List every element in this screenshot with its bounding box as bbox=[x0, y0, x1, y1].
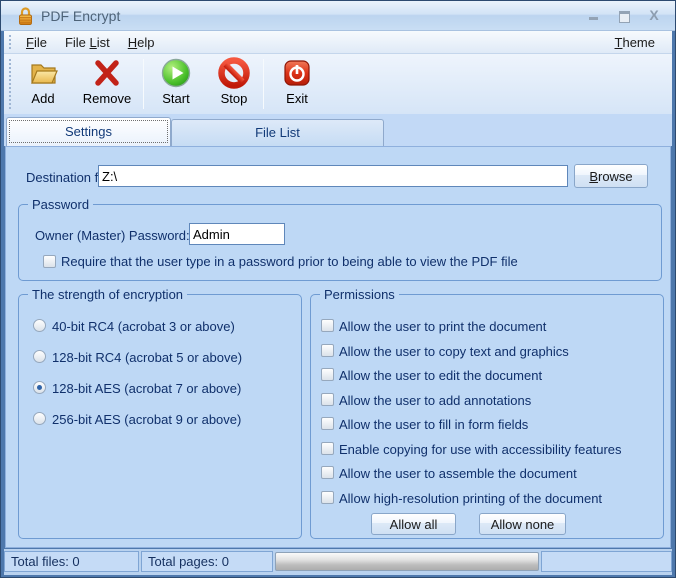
lock-icon bbox=[17, 6, 34, 26]
radio-128bit-aes[interactable] bbox=[33, 381, 46, 394]
perm-annotations-label: Allow the user to add annotations bbox=[339, 393, 531, 408]
perm-edit-checkbox[interactable] bbox=[321, 368, 334, 381]
strength-group: The strength of encryption 40-bit RC4 (a… bbox=[18, 294, 302, 539]
remove-button-label: Remove bbox=[78, 91, 136, 106]
maximize-icon[interactable] bbox=[617, 9, 631, 22]
perm-hires-print-label: Allow high-resolution printing of the do… bbox=[339, 491, 602, 506]
folder-add-icon bbox=[14, 57, 72, 89]
require-password-checkbox[interactable] bbox=[43, 255, 56, 268]
require-password-label: Require that the user type in a password… bbox=[61, 254, 518, 269]
perm-edit-label: Allow the user to edit the document bbox=[339, 368, 542, 383]
exit-button[interactable]: Exit bbox=[268, 57, 326, 112]
toolbar-separator bbox=[143, 59, 144, 109]
radio-40bit-rc4[interactable] bbox=[33, 319, 46, 332]
permissions-group: Permissions Allow the user to print the … bbox=[310, 294, 664, 539]
title-bar[interactable]: PDF Encrypt X bbox=[1, 1, 675, 31]
tab-file-list[interactable]: File List bbox=[171, 119, 384, 146]
perm-copy-checkbox[interactable] bbox=[321, 344, 334, 357]
menu-bar: File File List Help Theme bbox=[4, 31, 672, 54]
browse-button[interactable]: Browse bbox=[574, 164, 648, 188]
settings-tab-page: Destination folder: Browse Password Owne… bbox=[5, 146, 671, 548]
add-button-label: Add bbox=[14, 91, 72, 106]
perm-form-fields-label: Allow the user to fill in form fields bbox=[339, 417, 528, 432]
perm-assemble-label: Allow the user to assemble the document bbox=[339, 466, 577, 481]
tab-settings[interactable]: Settings bbox=[6, 117, 171, 146]
menu-file-list[interactable]: File List bbox=[56, 32, 119, 53]
radio-40bit-rc4-label: 40-bit RC4 (acrobat 3 or above) bbox=[52, 319, 235, 334]
stop-button[interactable]: Stop bbox=[205, 57, 263, 112]
window-controls: X bbox=[587, 9, 661, 22]
perm-print-label: Allow the user to print the document bbox=[339, 319, 546, 334]
menu-help[interactable]: Help bbox=[119, 32, 164, 53]
progress-bar bbox=[275, 552, 539, 571]
stop-prohibit-icon bbox=[205, 57, 263, 89]
permissions-group-title: Permissions bbox=[320, 287, 399, 302]
perm-copy-label: Allow the user to copy text and graphics bbox=[339, 344, 569, 359]
toolbar-grip-icon[interactable] bbox=[9, 59, 11, 109]
exit-button-label: Exit bbox=[268, 91, 326, 106]
radio-256bit-aes[interactable] bbox=[33, 412, 46, 425]
status-bar: Total files: 0 Total pages: 0 bbox=[4, 549, 672, 575]
start-play-icon bbox=[147, 57, 205, 89]
tab-strip: Settings File List bbox=[4, 114, 672, 146]
password-group-title: Password bbox=[28, 197, 93, 212]
toolbar-separator bbox=[263, 59, 264, 109]
owner-password-input[interactable] bbox=[189, 223, 285, 245]
status-empty-panel bbox=[541, 551, 672, 572]
total-files-panel: Total files: 0 bbox=[4, 551, 139, 572]
destination-folder-input[interactable] bbox=[98, 165, 568, 187]
close-icon[interactable]: X bbox=[647, 9, 661, 22]
exit-power-icon bbox=[268, 57, 326, 89]
perm-print-checkbox[interactable] bbox=[321, 319, 334, 332]
perm-form-fields-checkbox[interactable] bbox=[321, 417, 334, 430]
remove-button[interactable]: Remove bbox=[78, 57, 136, 112]
toolbar: Add Remove bbox=[4, 54, 672, 115]
allow-none-button[interactable]: Allow none bbox=[479, 513, 566, 535]
strength-group-title: The strength of encryption bbox=[28, 287, 187, 302]
add-button[interactable]: Add bbox=[14, 57, 72, 112]
start-button[interactable]: Start bbox=[147, 57, 205, 112]
radio-256bit-aes-label: 256-bit AES (acrobat 9 or above) bbox=[52, 412, 241, 427]
owner-password-label: Owner (Master) Password: bbox=[35, 228, 190, 243]
app-window: PDF Encrypt X File File List Help Theme bbox=[0, 0, 676, 578]
allow-all-button[interactable]: Allow all bbox=[371, 513, 456, 535]
remove-cross-icon bbox=[78, 57, 136, 89]
radio-128bit-rc4[interactable] bbox=[33, 350, 46, 363]
window-title: PDF Encrypt bbox=[41, 8, 120, 24]
password-group: Password Owner (Master) Password: Requir… bbox=[18, 204, 662, 281]
menu-theme[interactable]: Theme bbox=[606, 32, 664, 53]
stop-button-label: Stop bbox=[205, 91, 263, 106]
menubar-grip-icon[interactable] bbox=[9, 35, 11, 49]
perm-accessibility-checkbox[interactable] bbox=[321, 442, 334, 455]
minimize-icon[interactable] bbox=[587, 9, 601, 22]
perm-hires-print-checkbox[interactable] bbox=[321, 491, 334, 504]
perm-annotations-checkbox[interactable] bbox=[321, 393, 334, 406]
total-pages-panel: Total pages: 0 bbox=[141, 551, 273, 572]
perm-assemble-checkbox[interactable] bbox=[321, 466, 334, 479]
start-button-label: Start bbox=[147, 91, 205, 106]
menu-file[interactable]: File bbox=[17, 32, 56, 53]
radio-128bit-aes-label: 128-bit AES (acrobat 7 or above) bbox=[52, 381, 241, 396]
radio-128bit-rc4-label: 128-bit RC4 (acrobat 5 or above) bbox=[52, 350, 242, 365]
perm-accessibility-label: Enable copying for use with accessibilit… bbox=[339, 442, 622, 457]
